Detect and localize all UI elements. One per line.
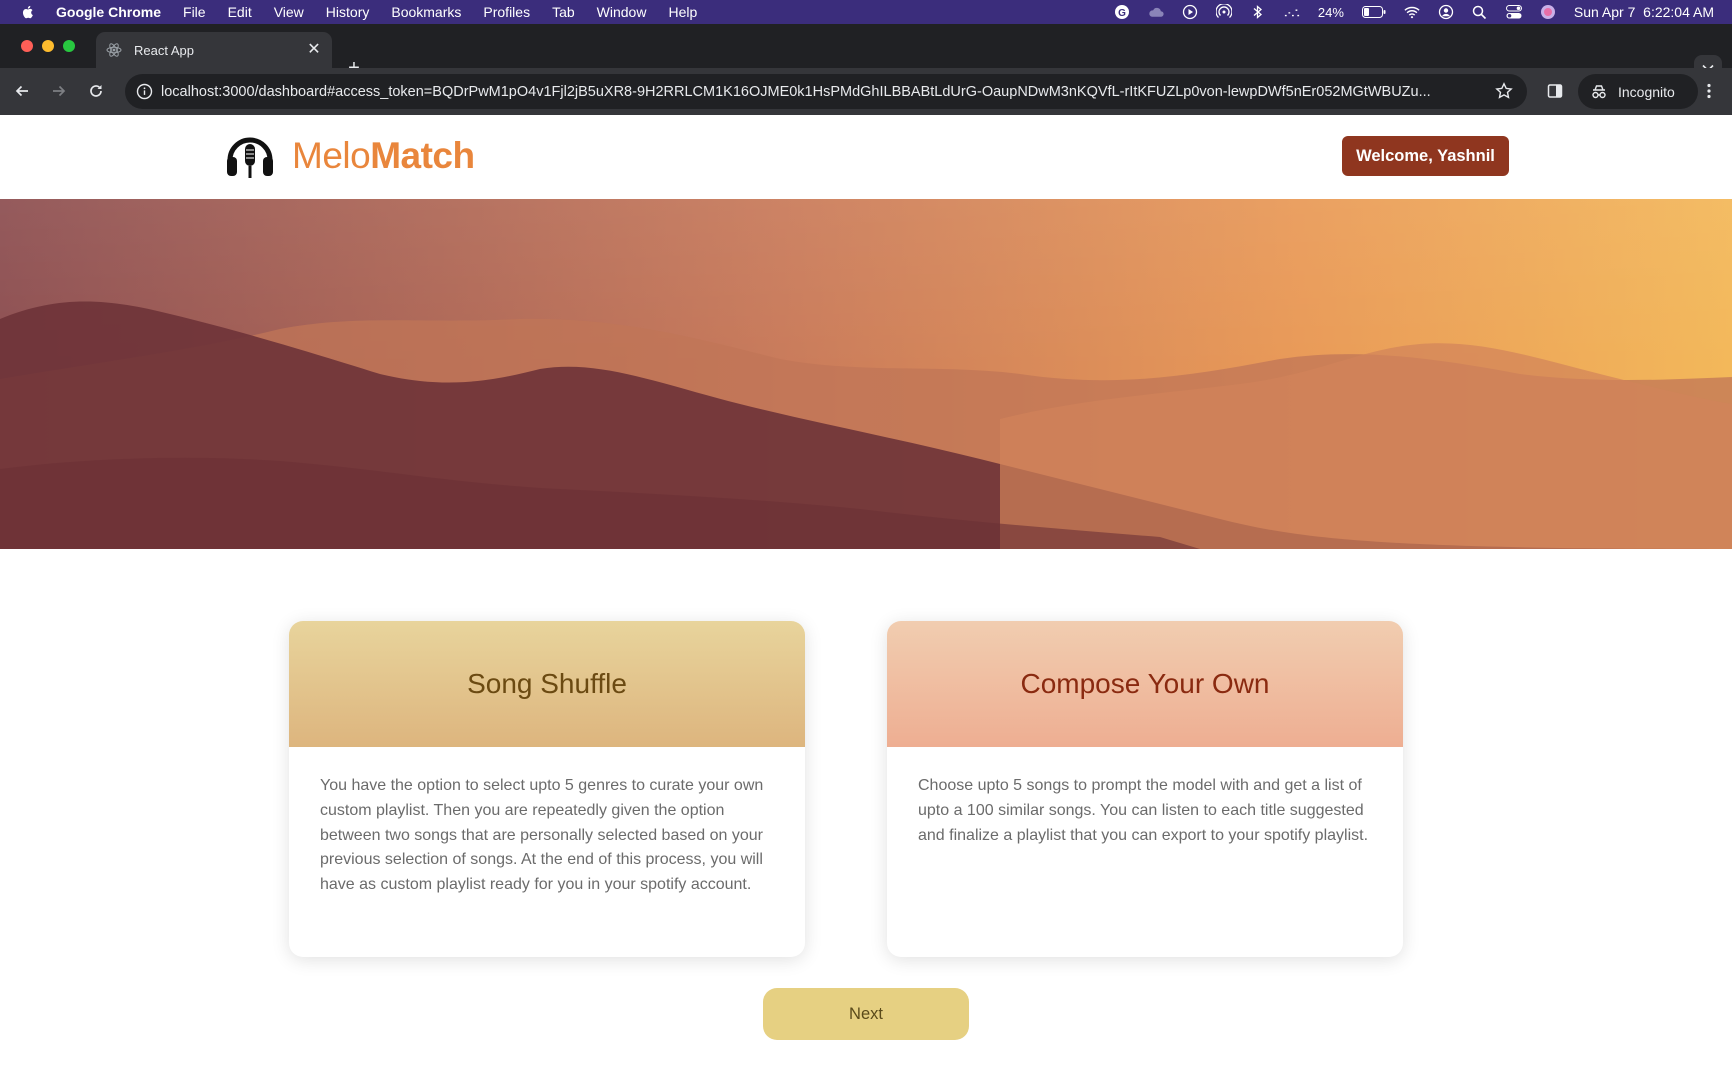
window-zoom-button[interactable]: [63, 40, 75, 52]
menu-tab[interactable]: Tab: [552, 4, 575, 20]
url-text[interactable]: localhost:3000/dashboard#access_token=BQ…: [161, 84, 1491, 100]
window-close-button[interactable]: [21, 40, 33, 52]
side-panel-icon[interactable]: [1544, 80, 1566, 102]
song-shuffle-description: You have the option to select upto 5 gen…: [320, 777, 764, 894]
menu-window[interactable]: Window: [597, 4, 647, 20]
menu-app-name[interactable]: Google Chrome: [56, 4, 161, 20]
menu-help[interactable]: Help: [668, 4, 697, 20]
menu-file[interactable]: File: [183, 4, 206, 20]
cloud-icon[interactable]: [1148, 4, 1164, 20]
site-header: MeloMatch Welcome, Yashnil: [0, 115, 1732, 199]
brand-wordmark[interactable]: MeloMatch: [292, 135, 475, 177]
compose-your-own-card[interactable]: Compose Your Own Choose upto 5 songs to …: [887, 621, 1403, 957]
airdrop-icon[interactable]: [1215, 4, 1232, 20]
tab-close-icon[interactable]: ✕: [306, 42, 322, 58]
welcome-user-button[interactable]: Welcome, Yashnil: [1342, 136, 1509, 176]
song-shuffle-card[interactable]: Song Shuffle You have the option to sele…: [289, 621, 805, 957]
compose-your-own-description: Choose upto 5 songs to prompt the model …: [918, 777, 1369, 844]
brand-wordmark-bold: Match: [370, 135, 475, 176]
menu-edit[interactable]: Edit: [228, 4, 252, 20]
battery-icon[interactable]: [1361, 4, 1386, 20]
wifi-icon[interactable]: [1404, 4, 1420, 20]
tab-title: React App: [134, 42, 194, 58]
compose-your-own-title[interactable]: Compose Your Own: [887, 621, 1403, 747]
menu-profiles[interactable]: Profiles: [483, 4, 530, 20]
browser-tab-strip: React App ✕ +: [0, 24, 1732, 81]
menu-bookmarks[interactable]: Bookmarks: [391, 4, 461, 20]
macos-menu-bar: Google Chrome File Edit View History Boo…: [0, 0, 1732, 24]
next-button[interactable]: Next: [763, 988, 969, 1040]
incognito-label: Incognito: [1618, 83, 1675, 100]
activity-icon[interactable]: [1284, 4, 1300, 20]
control-center-icon[interactable]: [1505, 4, 1522, 20]
site-info-icon[interactable]: [136, 83, 153, 100]
menubar-clock[interactable]: Sun Apr 7 6:22:04 AM: [1574, 4, 1714, 20]
apple-logo-icon[interactable]: [20, 4, 36, 20]
bookmark-star-icon[interactable]: [1495, 82, 1513, 100]
spotlight-search-icon[interactable]: [1472, 4, 1488, 20]
menu-history[interactable]: History: [326, 4, 370, 20]
headphones-logo-icon[interactable]: [224, 130, 276, 182]
user-account-icon[interactable]: [1438, 4, 1454, 20]
battery-percent: 24%: [1317, 4, 1344, 20]
incognito-icon: [1590, 84, 1608, 100]
back-arrow-icon[interactable]: [11, 80, 33, 102]
menu-view[interactable]: View: [274, 4, 304, 20]
forward-arrow-icon[interactable]: [48, 80, 70, 102]
play-circle-icon[interactable]: [1182, 4, 1198, 20]
chrome-menu-kebab-icon[interactable]: [1698, 80, 1720, 102]
incognito-badge[interactable]: Incognito: [1578, 74, 1698, 109]
browser-toolbar: localhost:3000/dashboard#access_token=BQ…: [0, 68, 1732, 115]
web-page: MeloMatch Welcome, Yashnil Song Shuffle …: [0, 115, 1732, 1082]
address-bar[interactable]: localhost:3000/dashboard#access_token=BQ…: [125, 74, 1527, 109]
browser-tab-react-app[interactable]: React App ✕: [96, 32, 332, 68]
siri-icon[interactable]: [1540, 4, 1556, 20]
reload-icon[interactable]: [85, 80, 107, 102]
react-favicon-icon: [106, 42, 122, 58]
svg-text:G: G: [1118, 8, 1126, 19]
hero-mountain-banner: [0, 199, 1732, 549]
grammarly-icon[interactable]: G: [1114, 4, 1130, 20]
bluetooth-icon[interactable]: [1250, 4, 1266, 20]
brand-wordmark-light: Melo: [292, 135, 371, 176]
song-shuffle-title[interactable]: Song Shuffle: [289, 621, 805, 747]
window-minimize-button[interactable]: [42, 40, 54, 52]
